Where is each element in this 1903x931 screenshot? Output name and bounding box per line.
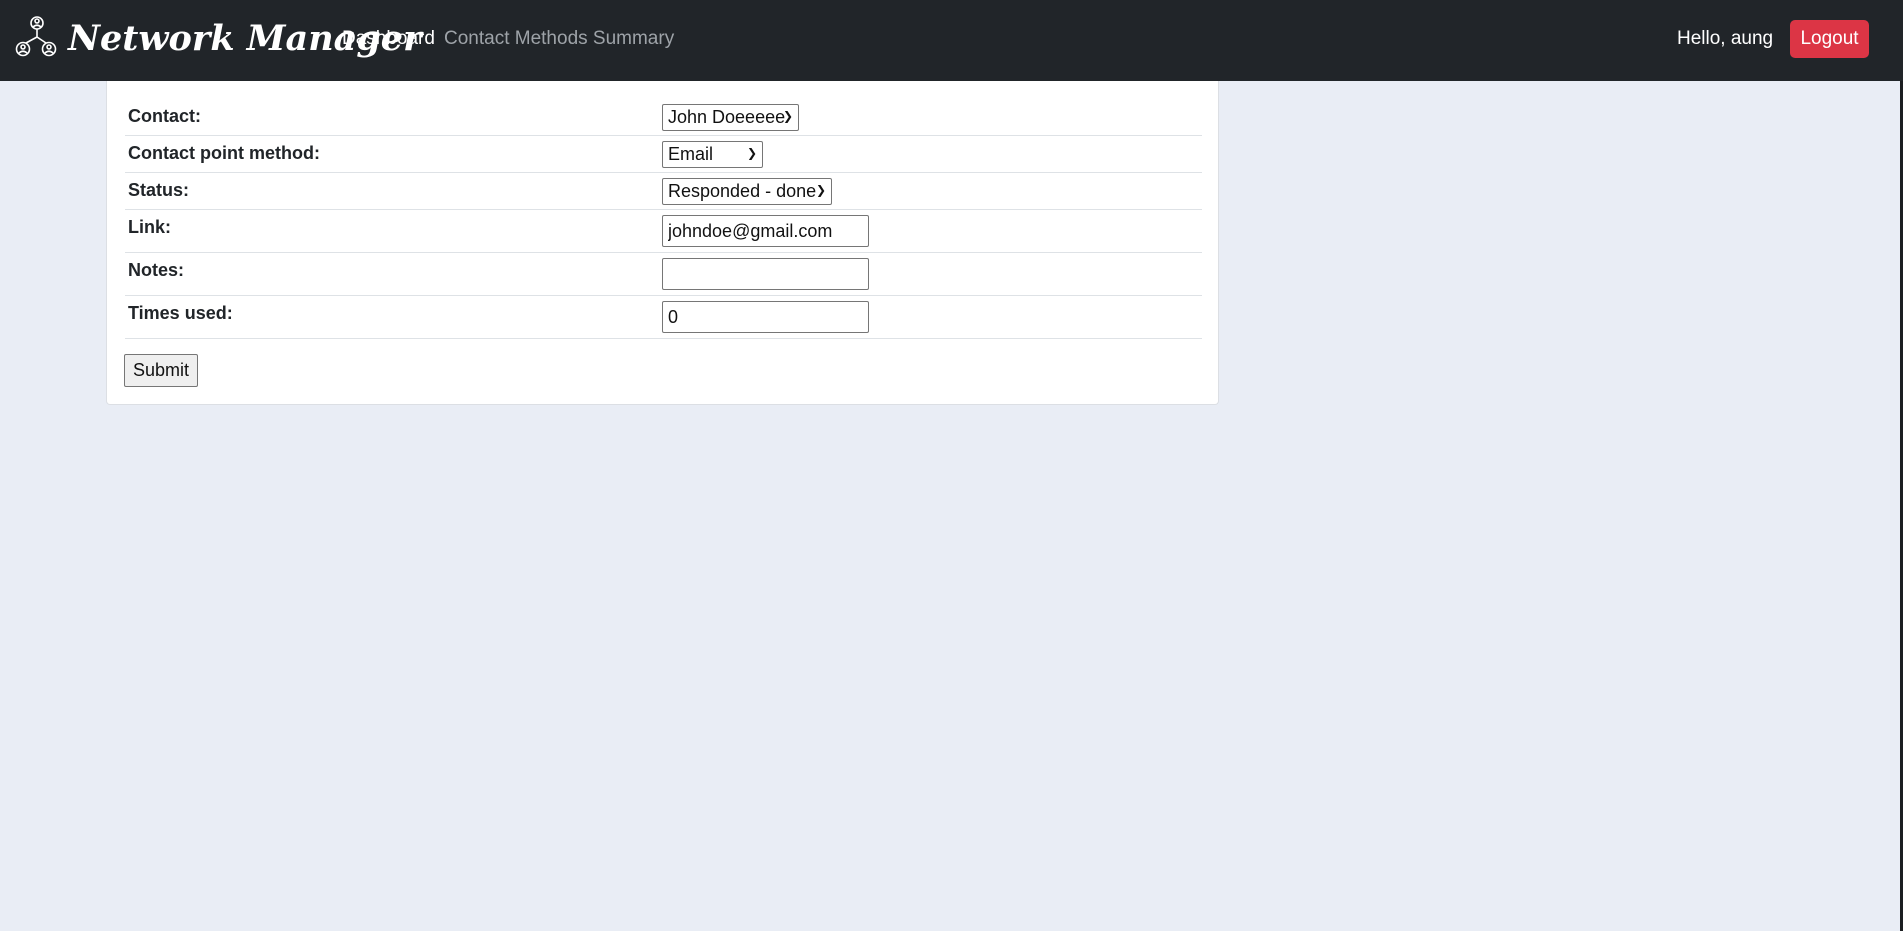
chevron-down-icon: ❯ — [815, 183, 826, 197]
form-table: Contact: John Doeeeee ❯ Contact point me… — [125, 99, 1202, 339]
contact-select-value: John Doeeeee — [668, 107, 786, 127]
times-used-input[interactable] — [662, 301, 869, 333]
times-used-label: Times used: — [128, 303, 233, 323]
status-select[interactable]: Responded - done ❯ — [662, 178, 832, 205]
user-greeting: Hello, aung — [1677, 28, 1774, 49]
status-select-value: Responded - done — [668, 181, 817, 201]
submit-button[interactable]: Submit — [124, 354, 199, 387]
contact-select[interactable]: John Doeeeee ❯ — [662, 104, 799, 131]
contact-label: Contact: — [128, 106, 201, 126]
link-label: Link: — [128, 217, 171, 237]
network-people-icon — [15, 16, 57, 57]
notes-label: Notes: — [128, 260, 185, 280]
chevron-down-icon: ❯ — [782, 109, 793, 123]
status-label: Status: — [128, 180, 190, 200]
contact-method-form-card: Contact: John Doeeeee ❯ Contact point me… — [106, 81, 1219, 405]
form-row-times-used: Times used: — [125, 296, 1202, 339]
method-select[interactable]: Email ❯ — [662, 141, 763, 168]
form-row-link: Link: — [125, 210, 1202, 253]
method-select-value: Email — [668, 144, 714, 164]
link-input[interactable] — [662, 215, 869, 247]
form-row-contact: Contact: John Doeeeee ❯ — [125, 99, 1202, 136]
form-row-notes: Notes: — [125, 253, 1202, 296]
form-row-status: Status: Responded - done ❯ — [125, 173, 1202, 210]
nav-dashboard[interactable]: Dashboard — [342, 28, 435, 50]
nav-contact-methods-summary[interactable]: Contact Methods Summary — [444, 28, 674, 50]
top-navbar: Network Manager Dashboard Contact Method… — [0, 0, 1903, 81]
form-row-method: Contact point method: Email ❯ — [125, 136, 1202, 173]
method-label: Contact point method: — [128, 143, 320, 163]
notes-input[interactable] — [662, 258, 869, 290]
logout-button[interactable]: Logout — [1790, 20, 1869, 58]
chevron-down-icon: ❯ — [746, 146, 757, 160]
